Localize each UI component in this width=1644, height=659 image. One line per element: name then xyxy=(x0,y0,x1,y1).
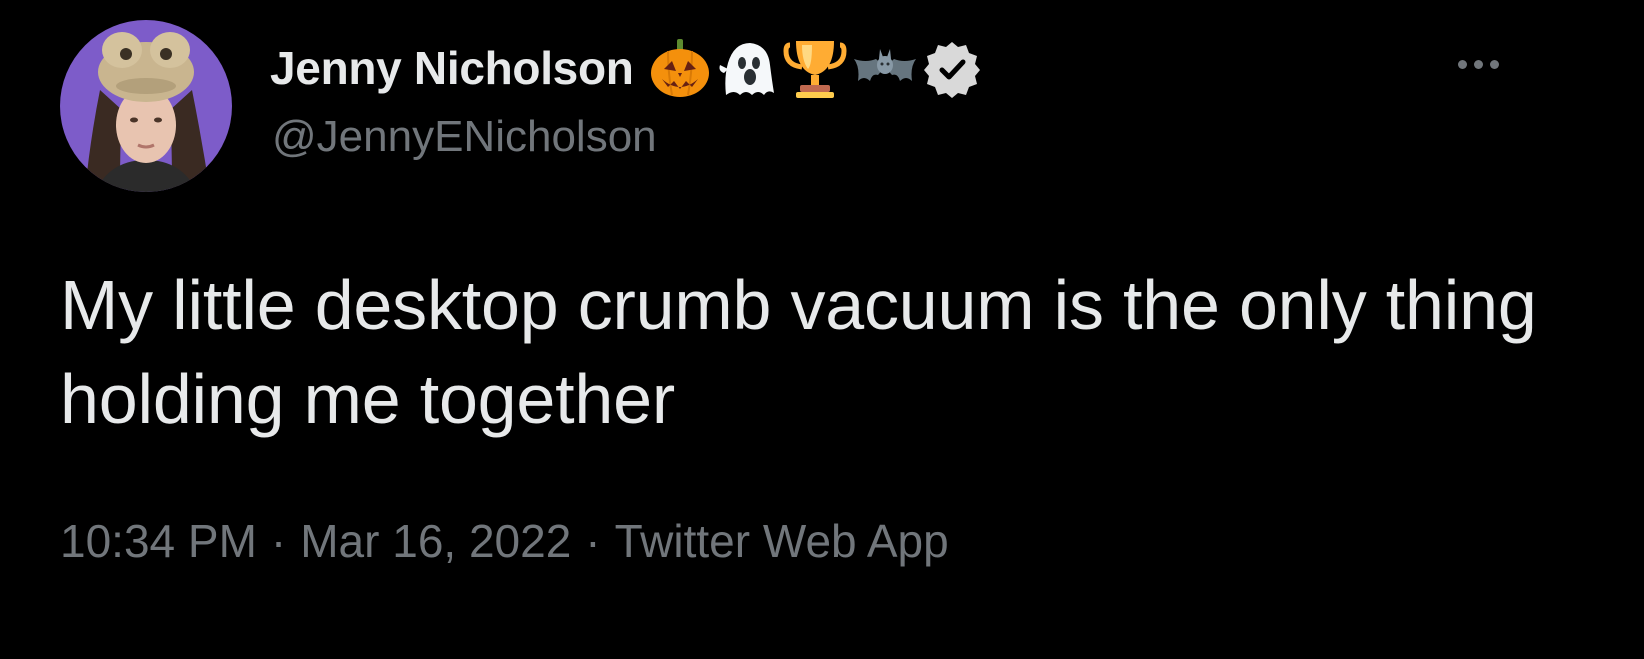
meta-separator: · xyxy=(585,515,601,567)
meta-separator: · xyxy=(270,515,287,567)
avatar[interactable] xyxy=(60,20,232,192)
tweet-meta: 10:34 PM · Mar 16, 2022 · Twitter Web Ap… xyxy=(60,514,949,568)
tweet-text: My little desktop crumb vacuum is the on… xyxy=(60,266,1537,438)
tweet-time[interactable]: 10:34 PM xyxy=(60,514,257,568)
tweet-date[interactable]: Mar 16, 2022 xyxy=(300,514,571,568)
name-emojis xyxy=(648,37,982,99)
tweet-card: Jenny Nicholson @JennyENicholson My litt… xyxy=(0,0,1644,659)
author-name-row: Jenny Nicholson xyxy=(270,38,982,98)
bat-icon xyxy=(853,49,916,81)
author-display-name[interactable]: Jenny Nicholson xyxy=(270,41,634,95)
more-options-button[interactable] xyxy=(1450,48,1506,80)
trophy-icon xyxy=(783,41,847,98)
tweet-source[interactable]: Twitter Web App xyxy=(615,514,949,568)
verified-badge-icon[interactable] xyxy=(922,38,982,98)
author-handle[interactable]: @JennyENicholson xyxy=(272,112,657,162)
more-dot-icon xyxy=(1473,59,1483,69)
avatar-image xyxy=(60,20,232,192)
more-dot-icon xyxy=(1457,59,1467,69)
more-dot-icon xyxy=(1489,59,1499,69)
ghost-icon xyxy=(719,43,774,95)
jack-o-lantern-icon xyxy=(650,39,709,97)
